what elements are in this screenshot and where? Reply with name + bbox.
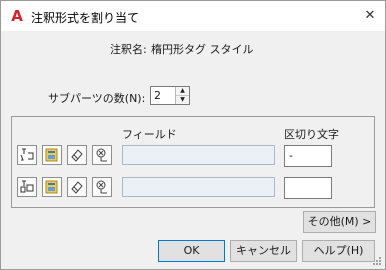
- subparts-count-spinner[interactable]: 2 ▲ ▼: [150, 86, 190, 105]
- subpart-property-button[interactable]: [42, 145, 62, 165]
- calculator-icon: [96, 180, 107, 194]
- subpart-expression-button[interactable]: [92, 145, 112, 165]
- field-input-1[interactable]: [122, 145, 275, 165]
- field-input-2[interactable]: [122, 177, 275, 197]
- subparts-group: フィールド 区切り文字 -: [11, 116, 375, 208]
- eraser-icon: [71, 181, 83, 194]
- text-subpart-icon: [20, 148, 34, 161]
- subparts-count-label: サブパーツの数(N):: [48, 92, 146, 105]
- autodesk-logo-icon: A: [11, 7, 23, 25]
- help-button[interactable]: ヘルプ(H): [302, 240, 375, 262]
- cancel-button[interactable]: キャンセル: [230, 240, 297, 262]
- spin-up-button[interactable]: ▲: [176, 87, 189, 96]
- calculator-icon: [96, 148, 107, 162]
- subpart-clear-button-2[interactable]: [67, 177, 87, 197]
- subpart-clear-button[interactable]: [67, 145, 87, 165]
- separator-input-1[interactable]: -: [284, 145, 332, 167]
- separator-input-2[interactable]: [284, 177, 332, 199]
- subpart-property-button-2[interactable]: [42, 177, 62, 197]
- block-subpart-icon: [20, 180, 34, 193]
- annotation-name-value: 楕円形タグ スタイル: [151, 43, 254, 56]
- subpart-block-tool-button[interactable]: [17, 177, 37, 197]
- field-column-header: フィールド: [122, 128, 177, 141]
- property-doc-icon: [45, 180, 58, 194]
- more-button[interactable]: その他(M) >: [303, 211, 376, 233]
- eraser-icon: [71, 149, 83, 162]
- assign-annotation-format-dialog: A 注釈形式を割り当て ✕ 注釈名: 楕円形タグ スタイル サブパーツの数(N)…: [0, 0, 386, 270]
- subpart-expression-button-2[interactable]: [92, 177, 112, 197]
- resize-grip-icon[interactable]: [372, 256, 382, 266]
- ok-button[interactable]: OK: [158, 240, 225, 262]
- separator-column-header: 区切り文字: [284, 128, 339, 141]
- close-button[interactable]: ✕: [355, 1, 385, 31]
- subpart-text-tool-button[interactable]: [17, 145, 37, 165]
- spinner-buttons: ▲ ▼: [175, 87, 189, 104]
- annotation-name-label: 注釈名:: [110, 43, 147, 56]
- dialog-title: 注釈形式を割り当て: [31, 11, 140, 25]
- property-doc-icon: [45, 148, 58, 162]
- spin-down-button[interactable]: ▼: [176, 96, 189, 104]
- title-bar: A 注釈形式を割り当て ✕: [1, 1, 385, 31]
- subparts-count-value[interactable]: 2: [154, 89, 161, 102]
